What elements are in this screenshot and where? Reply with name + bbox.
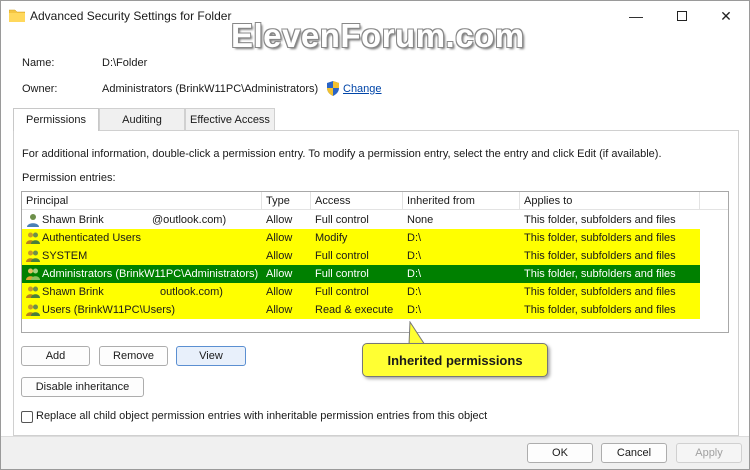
applies-cell: This folder, subfolders and files <box>524 304 676 316</box>
name-value: D:\Folder <box>102 57 148 69</box>
list-header: Principal Type Access Inherited from App… <box>22 192 728 210</box>
principal-cell: Shawn Brink <box>42 214 104 226</box>
access-cell: Full control <box>315 286 369 298</box>
principal-cell: Administrators (BrinkW11PC\Administrator… <box>42 268 259 280</box>
window-title: Advanced Security Settings for Folder <box>30 9 232 23</box>
column-header-type[interactable]: Type <box>262 192 311 210</box>
replace-child-permissions-label: Replace all child object permission entr… <box>36 410 488 422</box>
permission-entries-label: Permission entries: <box>22 172 116 184</box>
principal-cell: Authenticated Users <box>42 232 142 244</box>
inherited-cell: None <box>407 214 434 226</box>
group-icon <box>26 304 40 316</box>
group-icon <box>26 232 40 244</box>
tab-auditing[interactable]: Auditing <box>99 108 185 130</box>
tab-effective-access[interactable]: Effective Access <box>185 108 275 130</box>
watermark: ElevenForum.com <box>231 17 525 54</box>
type-cell: Allow <box>266 250 293 262</box>
inherited-cell: D:\ <box>407 250 422 262</box>
column-header-applies[interactable]: Applies to <box>520 192 700 210</box>
table-row[interactable]: Users (BrinkW11PC\Users) Allow Read & ex… <box>22 301 700 319</box>
principal-cell: Users (BrinkW11PC\Users) <box>42 304 176 316</box>
type-cell: Allow <box>266 214 293 226</box>
inherited-cell: D:\ <box>407 232 422 244</box>
cancel-button[interactable]: Cancel <box>601 443 667 463</box>
type-cell: Allow <box>266 268 293 280</box>
applies-cell: This folder, subfolders and files <box>524 232 676 244</box>
apply-button[interactable]: Apply <box>676 443 742 463</box>
principal-suffix: @outlook.com) <box>152 214 227 226</box>
column-header-principal[interactable]: Principal <box>22 192 262 210</box>
access-cell: Read & execute <box>315 304 394 316</box>
type-cell: Allow <box>266 286 293 298</box>
inherited-permissions-callout: Inherited permissions <box>362 343 548 377</box>
add-button[interactable]: Add <box>21 346 90 366</box>
close-button[interactable]: ✕ <box>703 1 749 31</box>
inherited-cell: D:\ <box>407 268 422 280</box>
access-cell: Full control <box>315 214 369 226</box>
ok-button[interactable]: OK <box>527 443 593 463</box>
owner-label: Owner: <box>22 83 58 95</box>
list-scrollbar-area <box>700 210 728 332</box>
principal-cell: Shawn Brink <box>42 286 104 298</box>
advanced-security-window: Advanced Security Settings for Folder — … <box>0 0 750 470</box>
applies-cell: This folder, subfolders and files <box>524 250 676 262</box>
group-icon <box>26 286 40 298</box>
access-cell: Modify <box>315 232 348 244</box>
user-icon <box>27 214 39 227</box>
group-icon <box>26 268 40 280</box>
type-cell: Allow <box>266 304 293 316</box>
remove-button[interactable]: Remove <box>99 346 168 366</box>
column-header-inherited[interactable]: Inherited from <box>403 192 520 210</box>
group-icon <box>26 250 40 262</box>
maximize-icon <box>677 11 687 21</box>
table-row-selected[interactable]: Administrators (BrinkW11PC\Administrator… <box>22 265 700 283</box>
inherited-cell: D:\ <box>407 304 422 316</box>
inherited-cell: D:\ <box>407 286 422 298</box>
applies-cell: This folder, subfolders and files <box>524 268 676 280</box>
maximize-button[interactable] <box>659 1 705 31</box>
table-row[interactable]: Shawn Brink outlook.com) Allow Full cont… <box>22 283 700 301</box>
change-owner-link[interactable]: Change <box>343 83 382 95</box>
minimize-icon: — <box>629 8 643 24</box>
table-row[interactable]: Authenticated Users Allow Modify D:\ Thi… <box>22 229 700 247</box>
principal-suffix: outlook.com) <box>160 286 223 298</box>
callout-pointer <box>408 321 426 345</box>
view-button[interactable]: View <box>176 346 246 366</box>
table-row[interactable]: Shawn Brink @outlook.com) Allow Full con… <box>22 211 700 229</box>
principal-cell: SYSTEM <box>42 250 88 262</box>
type-cell: Allow <box>266 232 293 244</box>
disable-inheritance-button[interactable]: Disable inheritance <box>21 377 144 397</box>
access-cell: Full control <box>315 268 369 280</box>
instructions-text: For additional information, double-click… <box>22 148 662 160</box>
access-cell: Full control <box>315 250 369 262</box>
minimize-button[interactable]: — <box>613 1 659 31</box>
name-label: Name: <box>22 57 55 69</box>
permission-entries-list[interactable]: Principal Type Access Inherited from App… <box>21 191 729 333</box>
close-icon: ✕ <box>720 7 732 24</box>
uac-shield-icon <box>327 81 339 96</box>
folder-icon <box>9 9 25 22</box>
applies-cell: This folder, subfolders and files <box>524 214 676 226</box>
applies-cell: This folder, subfolders and files <box>524 286 676 298</box>
column-header-access[interactable]: Access <box>311 192 403 210</box>
owner-value: Administrators (BrinkW11PC\Administrator… <box>102 83 319 95</box>
table-row[interactable]: SYSTEM Allow Full control D:\ This folde… <box>22 247 700 265</box>
tab-permissions[interactable]: Permissions <box>13 108 99 131</box>
replace-child-permissions-checkbox[interactable] <box>21 411 33 423</box>
